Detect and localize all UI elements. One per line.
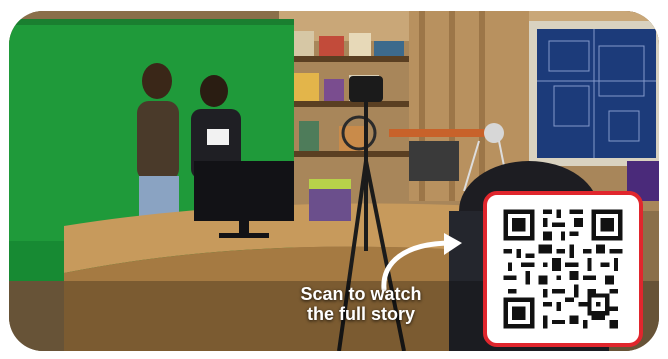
qr-code-icon[interactable]	[499, 205, 627, 333]
qr-code-frame[interactable]	[483, 191, 643, 347]
story-card: Scan to watch the full story	[9, 11, 659, 351]
scan-caption: Scan to watch the full story	[271, 284, 451, 324]
caption-line-1: Scan to watch	[300, 284, 422, 304]
caption-line-2: the full story	[306, 304, 415, 324]
